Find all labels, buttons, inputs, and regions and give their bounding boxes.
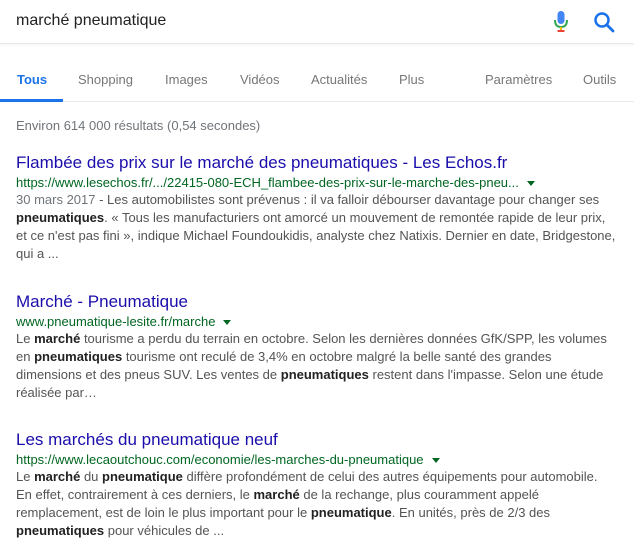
snippet-line: dimensions et des pneus SUV. Les ventes … (16, 366, 628, 384)
result-url[interactable]: https://www.lesechos.fr/.../22415-080-EC… (16, 175, 519, 190)
snippet-keyword: pneumatiques (34, 349, 123, 364)
tab-tous[interactable]: Tous (17, 72, 47, 88)
dropdown-arrow-icon[interactable] (431, 458, 440, 464)
snippet-keyword: pneumatique (310, 505, 392, 520)
snippet-line: 30 mars 2017 - Les automobilistes sont p… (16, 191, 628, 209)
tab-plus[interactable]: Plus (399, 72, 424, 88)
snippet-line: Le marché tourisme a perdu du terrain en… (16, 330, 628, 348)
tab-videos[interactable]: Vidéos (240, 72, 280, 88)
result-snippet: Le marché du pneumatique diffère profond… (16, 468, 628, 540)
tab-parametres[interactable]: Paramètres (485, 72, 552, 88)
search-result: Marché - Pneumatique www.pneumatique-les… (16, 291, 628, 402)
snippet-keyword: marché (34, 469, 81, 484)
snippet-text: et ce n'est pas fini », indique Michael … (16, 228, 616, 243)
result-title[interactable]: Marché - Pneumatique (16, 291, 628, 313)
snippet-text: tourisme a perdu du terrain en octobre. … (80, 331, 607, 346)
tab-images[interactable]: Images (165, 72, 208, 88)
snippet-keyword: pneumatiques (280, 367, 369, 382)
tab-actualites[interactable]: Actualités (311, 72, 367, 88)
snippet-text: tourisme ont reculé de 3,4% en octobre m… (122, 349, 552, 364)
search-input[interactable]: marché pneumatique (16, 11, 166, 31)
snippet-keyword: marché (34, 331, 81, 346)
mic-icon[interactable] (553, 10, 569, 34)
snippet-keyword: pneumatiques (16, 210, 105, 225)
snippet-text: en (16, 349, 35, 364)
snippet-text: réalisée par… (16, 385, 97, 400)
snippet-text: - Les automobilistes sont prévenus : il … (95, 192, 600, 207)
snippet-text: restent dans l'impasse. Selon une étude (368, 367, 604, 382)
tab-outils[interactable]: Outils (583, 72, 616, 88)
dropdown-arrow-icon[interactable] (526, 181, 535, 187)
result-stats: Environ 614 000 résultats (0,54 secondes… (16, 118, 261, 133)
snippet-line: en pneumatiques tourisme ont reculé de 3… (16, 348, 628, 366)
snippet-line: Le marché du pneumatique diffère profond… (16, 468, 628, 486)
snippet-text: Le (16, 331, 35, 346)
result-snippet: Le marché tourisme a perdu du terrain en… (16, 330, 628, 402)
snippet-text: dimensions et des pneus SUV. Les ventes … (16, 367, 281, 382)
result-url-row: https://www.lecaoutchouc.com/economie/le… (16, 451, 628, 468)
result-url-row: www.pneumatique-lesite.fr/marche (16, 313, 628, 330)
snippet-line: pneumatiques pour véhicules de ... (16, 522, 628, 540)
dropdown-arrow-icon[interactable] (223, 320, 232, 326)
snippet-text: . « Tous les manufacturiers ont amorcé u… (104, 210, 606, 225)
result-url[interactable]: www.pneumatique-lesite.fr/marche (16, 314, 215, 329)
snippet-line: remplacement, est de loin le plus import… (16, 504, 628, 522)
snippet-text: du (80, 469, 103, 484)
search-icon[interactable] (593, 11, 615, 33)
snippet-keyword: pneumatique (102, 469, 183, 484)
snippet-text: diffère profondément de celui des autres… (182, 469, 598, 484)
snippet-text: . En unités, près de 2/3 des (391, 505, 551, 520)
result-title[interactable]: Les marchés du pneumatique neuf (16, 429, 628, 451)
result-date: 30 mars 2017 (16, 192, 96, 207)
snippet-text: pour véhicules de ... (104, 523, 225, 538)
snippet-text: qui a ... (16, 246, 59, 261)
snippet-keyword: marché (253, 487, 300, 502)
tab-shopping[interactable]: Shopping (78, 72, 133, 88)
snippet-line: réalisée par… (16, 384, 628, 402)
snippet-keyword: pneumatiques (16, 523, 105, 538)
snippet-text: En effet, contrairement à ces derniers, … (16, 487, 254, 502)
snippet-line: qui a ... (16, 245, 628, 263)
result-url-row: https://www.lesechos.fr/.../22415-080-EC… (16, 174, 628, 191)
snippet-line: En effet, contrairement à ces derniers, … (16, 486, 628, 504)
search-tabs: Tous Shopping Images Vidéos Actualités P… (0, 62, 634, 102)
result-title[interactable]: Flambée des prix sur le marché des pneum… (16, 152, 628, 174)
search-result: Les marchés du pneumatique neuf https://… (16, 429, 628, 540)
search-result: Flambée des prix sur le marché des pneum… (16, 152, 628, 263)
result-snippet: 30 mars 2017 - Les automobilistes sont p… (16, 191, 628, 263)
search-bar: marché pneumatique (0, 0, 634, 44)
snippet-text: Le (16, 469, 35, 484)
result-url[interactable]: https://www.lecaoutchouc.com/economie/le… (16, 452, 424, 467)
active-tab-indicator (0, 99, 63, 102)
snippet-line: et ce n'est pas fini », indique Michael … (16, 227, 628, 245)
snippet-text: remplacement, est de loin le plus import… (16, 505, 311, 520)
snippet-text: de la rechange, plus couramment appelé (299, 487, 539, 502)
snippet-line: pneumatiques. « Tous les manufacturiers … (16, 209, 628, 227)
